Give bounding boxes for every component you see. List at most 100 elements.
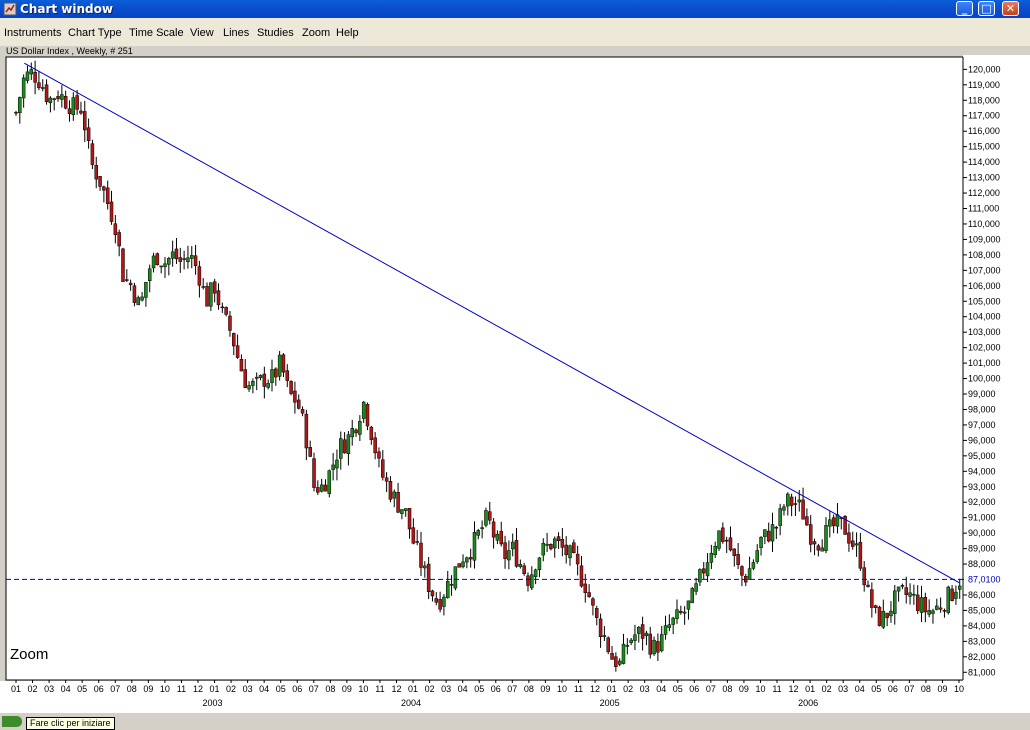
- menu-instruments[interactable]: Instruments: [4, 27, 61, 40]
- candle-body: [931, 610, 935, 614]
- candle-body: [369, 426, 374, 440]
- x-tick-label: 09: [937, 684, 947, 694]
- x-year-label: 2003: [203, 698, 223, 708]
- candle-body: [595, 608, 599, 618]
- x-tick-label: 01: [11, 684, 21, 694]
- candle-body: [415, 541, 419, 543]
- candle-body: [587, 592, 591, 597]
- candle-body: [522, 565, 526, 575]
- candle-body: [461, 561, 465, 568]
- candle-body: [453, 566, 458, 589]
- y-tick-label: 101,000: [968, 358, 1001, 368]
- candle-body: [274, 368, 278, 378]
- y-tick-label: 99,000: [968, 389, 996, 399]
- candle-body: [37, 82, 41, 89]
- candle-body: [430, 590, 435, 597]
- y-tick-label: 116,000: [968, 126, 1000, 136]
- candle-body: [235, 345, 240, 358]
- candle-body: [186, 257, 190, 263]
- x-tick-label: 03: [838, 684, 848, 694]
- menu-lines[interactable]: Lines: [223, 27, 249, 40]
- close-button[interactable]: ✕: [1002, 1, 1019, 16]
- candle-body: [128, 282, 133, 286]
- candle-body: [556, 536, 561, 542]
- candle-body: [266, 383, 270, 388]
- candle-body: [457, 563, 461, 568]
- candle-body: [873, 605, 878, 608]
- candle-body: [705, 562, 710, 577]
- candle-body: [98, 176, 102, 187]
- menu-help[interactable]: Help: [336, 27, 359, 40]
- y-tick-label: 100,000: [968, 374, 1001, 384]
- candle-body: [533, 569, 538, 578]
- menu-zoom[interactable]: Zoom: [302, 27, 330, 40]
- menu-chart-type[interactable]: Chart Type: [68, 27, 122, 40]
- menu-bar: Instruments Chart Type Time Scale View L…: [0, 18, 1030, 46]
- candle-body: [197, 266, 202, 286]
- minimize-button[interactable]: _: [956, 1, 973, 16]
- candle-body: [465, 557, 469, 563]
- candle-body: [434, 598, 439, 603]
- candle-body: [633, 634, 637, 641]
- candle-body: [147, 268, 152, 282]
- candle-body: [572, 542, 576, 554]
- maximize-button[interactable]: □: [978, 1, 995, 16]
- candle-body: [136, 297, 141, 306]
- candle-body: [472, 532, 477, 561]
- candle-body: [247, 385, 251, 390]
- menu-time-scale[interactable]: Time Scale: [129, 27, 184, 40]
- candle-body: [121, 248, 125, 282]
- y-tick-label: 92,000: [968, 497, 996, 507]
- x-tick-label: 08: [722, 684, 732, 694]
- menu-view[interactable]: View: [190, 27, 214, 40]
- y-tick-label: 96,000: [968, 435, 996, 445]
- candle-body: [808, 524, 813, 545]
- x-tick-label: 09: [342, 684, 352, 694]
- price-chart[interactable]: 120,000 119,000 118,000 117,000 116,000 115,0…: [0, 55, 1030, 712]
- candle-body: [598, 618, 603, 637]
- candle-body: [610, 653, 614, 660]
- y-tick-label: 117,000: [968, 111, 1000, 121]
- x-tick-label: 10: [160, 684, 170, 694]
- candle-body: [296, 399, 301, 409]
- candle-body: [79, 110, 83, 114]
- candle-body: [541, 542, 546, 556]
- candle-body: [701, 568, 706, 574]
- candle-body: [190, 255, 194, 259]
- candle-body: [766, 530, 771, 542]
- candle-body: [495, 533, 500, 541]
- menu-studies[interactable]: Studies: [257, 27, 294, 40]
- candle-body: [262, 373, 267, 387]
- y-tick-label: 82,000: [968, 652, 996, 662]
- candle-body: [29, 69, 34, 75]
- y-tick-label: 119,000: [968, 80, 1000, 90]
- candle-body: [109, 201, 114, 222]
- candle-body: [438, 599, 442, 610]
- candle-body: [105, 187, 110, 204]
- candle-body: [686, 600, 691, 610]
- candle-body: [954, 591, 958, 599]
- x-tick-label: 11: [375, 684, 384, 694]
- candle-body: [564, 544, 568, 556]
- candle-body: [254, 376, 259, 379]
- candle-body: [270, 369, 274, 383]
- x-year-label: 2004: [401, 698, 421, 708]
- y-tick-label: 95,000: [968, 451, 996, 461]
- candle-body: [285, 370, 290, 381]
- y-tick-label: 112,000: [968, 188, 1000, 198]
- candle-body: [63, 95, 68, 109]
- x-tick-label: 05: [276, 684, 286, 694]
- x-tick-label: 02: [28, 684, 38, 694]
- current-price-label: 87,0100: [968, 574, 1001, 584]
- x-tick-label: 11: [772, 684, 781, 694]
- candle-body: [304, 413, 309, 449]
- candle-body: [728, 537, 733, 551]
- candle-body: [14, 112, 18, 114]
- candle-body: [392, 491, 397, 499]
- candle-body: [774, 526, 779, 529]
- candle-body: [281, 354, 286, 373]
- candle-body: [549, 544, 553, 550]
- start-button[interactable]: [2, 716, 22, 727]
- candle-body: [694, 583, 698, 592]
- candle-body: [289, 381, 293, 394]
